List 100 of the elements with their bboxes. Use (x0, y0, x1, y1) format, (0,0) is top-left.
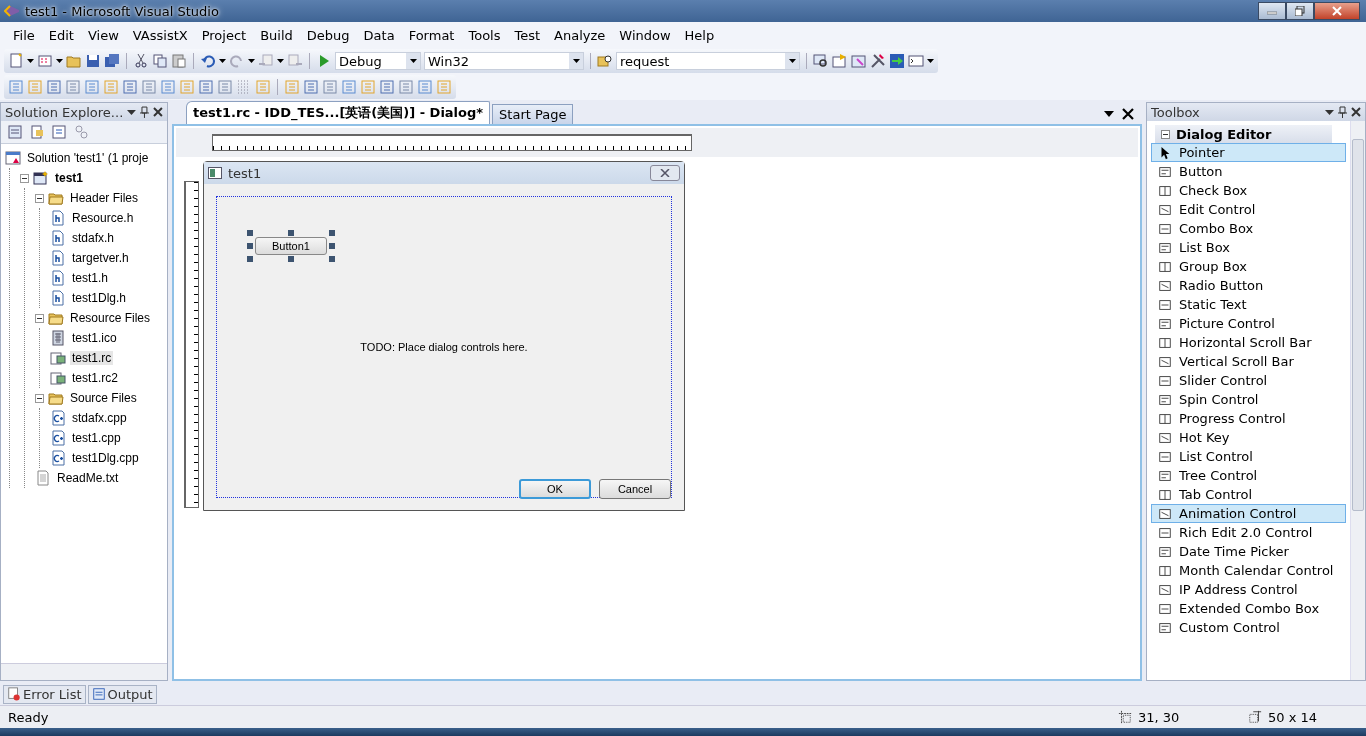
toolbox-item[interactable]: Check Box (1151, 181, 1346, 200)
toolbox-item[interactable]: Pointer (1151, 143, 1346, 162)
toolbox-item[interactable]: Extended Combo Box (1151, 599, 1346, 618)
dialog-tool-icon[interactable] (398, 79, 414, 95)
toolbox-item[interactable]: Group Box (1151, 257, 1346, 276)
toolbox-item[interactable]: Tree Control (1151, 466, 1346, 485)
close-icon[interactable] (1351, 107, 1361, 117)
resize-handle[interactable] (288, 230, 294, 236)
toolbox-item[interactable]: Horizontal Scroll Bar (1151, 333, 1346, 352)
close-icon[interactable] (153, 107, 163, 117)
dialog-tool-icon[interactable] (417, 79, 433, 95)
align-icon[interactable] (141, 79, 157, 95)
align-icon[interactable] (103, 79, 119, 95)
tools-icon[interactable] (870, 53, 886, 69)
search-icon[interactable] (813, 53, 829, 69)
toolbox-item[interactable]: Date Time Picker (1151, 542, 1346, 561)
minimize-button[interactable] (1258, 2, 1286, 20)
collapse-toggle[interactable] (1161, 129, 1170, 139)
resize-handle[interactable] (329, 243, 335, 249)
tree-item[interactable]: ReadMe.txt (55, 471, 121, 485)
menu-item[interactable]: Window (612, 25, 678, 45)
align-icon[interactable] (179, 79, 195, 95)
save-all-icon[interactable] (104, 53, 120, 69)
dropdown-icon[interactable] (127, 109, 137, 115)
caret-icon[interactable] (248, 59, 255, 63)
view-code-icon[interactable] (51, 124, 67, 140)
menu-item[interactable]: Project (194, 25, 254, 45)
tree-item[interactable]: Resource.h (70, 211, 136, 225)
document-tab[interactable]: Start Page (492, 104, 574, 124)
find-field[interactable]: request (616, 52, 800, 70)
resize-handle[interactable] (329, 256, 335, 262)
scrollbar-thumb[interactable] (1352, 139, 1364, 511)
toolbox-item[interactable]: Spin Control (1151, 390, 1346, 409)
menu-item[interactable]: Test (507, 25, 548, 45)
vertical-ruler[interactable] (184, 181, 199, 508)
maximize-button[interactable] (1286, 2, 1314, 20)
tree-item[interactable]: stdafx.h (70, 231, 117, 245)
menu-item[interactable]: Debug (299, 25, 357, 45)
caret-icon[interactable] (927, 59, 934, 63)
toolbox-item[interactable]: Animation Control (1151, 504, 1346, 523)
dialog-close-button[interactable] (650, 165, 680, 181)
tree-item[interactable]: test1.cpp (70, 431, 123, 445)
toolbox-item[interactable]: Custom Control (1151, 618, 1346, 637)
dialog-tool-icon[interactable] (341, 79, 357, 95)
toolbox-item[interactable]: Radio Button (1151, 276, 1346, 295)
horizontal-ruler[interactable] (212, 134, 692, 151)
toolbox-item[interactable]: List Control (1151, 447, 1346, 466)
resize-handle[interactable] (247, 243, 253, 249)
copy-icon[interactable] (152, 53, 168, 69)
toolbox-item[interactable]: Picture Control (1151, 314, 1346, 333)
dialog-tool-icon[interactable] (322, 79, 338, 95)
tree-item[interactable]: test1.ico (70, 331, 119, 345)
resize-handle[interactable] (247, 256, 253, 262)
collapse-toggle[interactable] (35, 313, 44, 323)
align-icon[interactable] (27, 79, 43, 95)
toolbox-item[interactable]: Combo Box (1151, 219, 1346, 238)
dropdown-icon[interactable] (1325, 109, 1334, 115)
tree-item[interactable]: test1.rc (70, 351, 114, 365)
document-tab[interactable]: test1.rc - IDD_TES...[英语(美国)] - Dialog* (186, 101, 491, 124)
toolbox-item[interactable]: Edit Control (1151, 200, 1346, 219)
tree-item[interactable]: Solution 'test1' (1 proje (25, 151, 151, 165)
class-diagram-icon[interactable] (73, 124, 89, 140)
caret-icon[interactable] (788, 59, 796, 63)
close-icon[interactable] (1122, 108, 1134, 120)
toolbox-item[interactable]: Hot Key (1151, 428, 1346, 447)
tree-item[interactable]: Resource Files (68, 311, 153, 325)
collapse-toggle[interactable] (35, 193, 44, 203)
menu-item[interactable]: VAssistX (125, 25, 195, 45)
toolbox-item[interactable]: Progress Control (1151, 409, 1346, 428)
tree-item[interactable]: test1 (53, 171, 85, 185)
tree-item[interactable]: Source Files (68, 391, 139, 405)
align-icon[interactable] (198, 79, 214, 95)
tree-item[interactable]: stdafx.cpp (70, 411, 129, 425)
tree-item[interactable]: test1.h (70, 271, 111, 285)
menu-item[interactable]: View (80, 25, 126, 45)
toolbox-item[interactable]: List Box (1151, 238, 1346, 257)
toolbox-item[interactable]: Static Text (1151, 295, 1346, 314)
tree-item[interactable]: targetver.h (70, 251, 131, 265)
dialog-tool-icon[interactable] (303, 79, 319, 95)
dialog-tool-icon[interactable] (436, 79, 452, 95)
scissors-icon[interactable] (133, 53, 149, 69)
resize-handle[interactable] (288, 256, 294, 262)
tree-item[interactable]: test1Dlg.h (70, 291, 129, 305)
close-button[interactable] (1314, 2, 1360, 20)
caret-icon[interactable] (409, 59, 417, 63)
undo-icon[interactable] (200, 53, 216, 69)
panel-tab[interactable]: Output (87, 684, 157, 704)
show-files-icon[interactable] (29, 124, 45, 140)
collapse-toggle[interactable] (20, 173, 29, 183)
caret-icon[interactable] (56, 59, 63, 63)
menu-item[interactable]: Data (356, 25, 402, 45)
toolbox-item[interactable]: Month Calendar Control (1151, 561, 1346, 580)
align-icon[interactable] (46, 79, 62, 95)
align-icon[interactable] (160, 79, 176, 95)
platform-dropdown[interactable]: Win32 (424, 52, 584, 70)
toolbox-item[interactable]: Tab Control (1151, 485, 1346, 504)
toolbox-item[interactable]: Button (1151, 162, 1346, 181)
paste-icon[interactable] (171, 53, 187, 69)
align-icon[interactable] (84, 79, 100, 95)
menu-item[interactable]: Format (401, 25, 462, 45)
